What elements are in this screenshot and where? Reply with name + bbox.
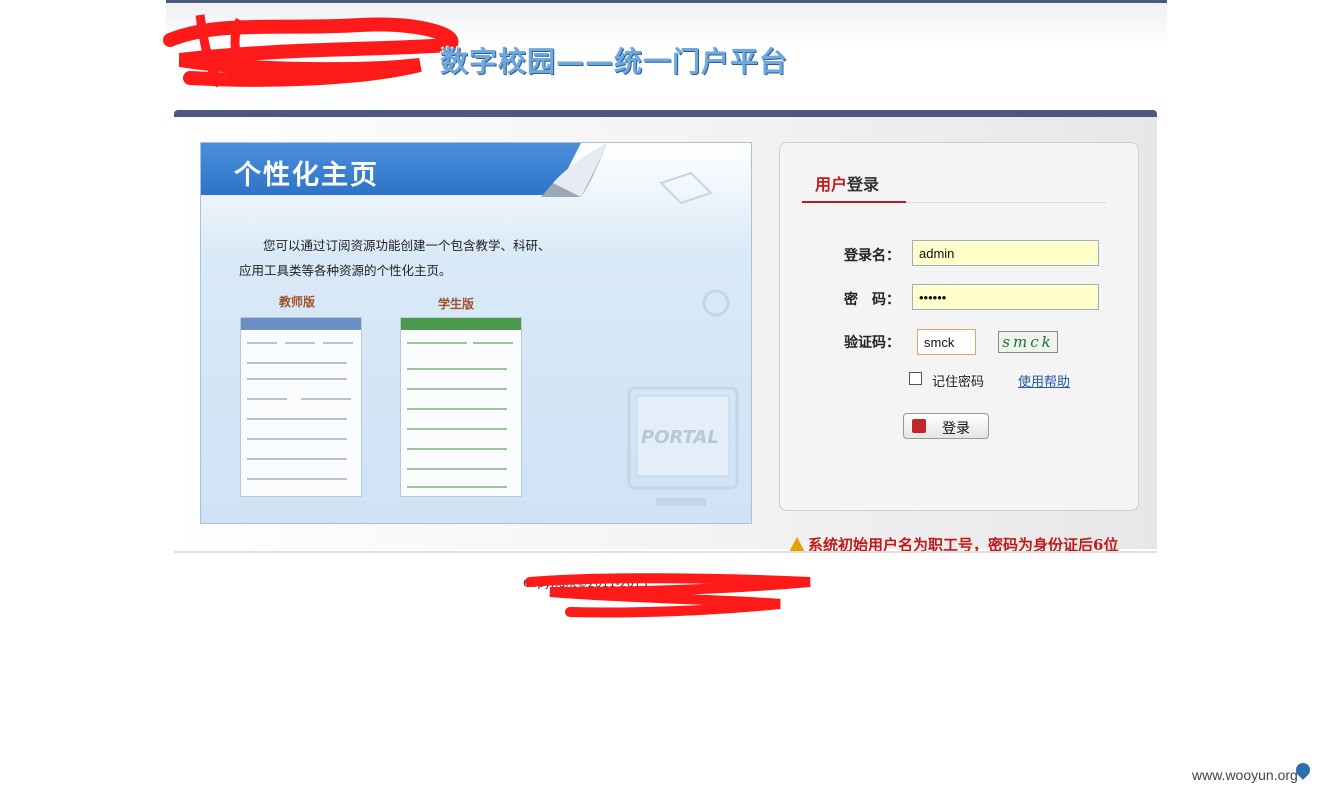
promo-title: 个性化主页: [234, 160, 379, 191]
tab-label-part1: 用户: [815, 175, 848, 194]
login-button[interactable]: 登录: [903, 413, 989, 439]
page-curl-icon: [541, 143, 607, 197]
login-button-label: 登录: [942, 421, 970, 437]
teacher-preview-thumbnail[interactable]: [240, 317, 362, 497]
student-version-label: 学生版: [438, 297, 475, 311]
promo-description: 您可以通过订阅资源功能创建一个包含教学、科研、应用工具类等各种资源的个性化主页。: [239, 238, 551, 278]
main-bar: [174, 110, 1157, 117]
key-icon: [912, 419, 926, 433]
teacher-version-label: 教师版: [279, 295, 316, 309]
password-label: 密 码：: [844, 292, 900, 308]
watermark: www.wooyun.org: [1192, 767, 1298, 783]
password-input[interactable]: [912, 284, 1099, 310]
redaction-scribble-footer: [525, 573, 811, 618]
captcha-input[interactable]: [917, 329, 976, 355]
username-label: 登录名：: [844, 248, 900, 264]
help-link[interactable]: 使用帮助: [1018, 371, 1070, 390]
tab-user-login[interactable]: 用户登录: [815, 171, 879, 195]
redaction-scribble: [163, 14, 459, 88]
portal-text: PORTAL: [641, 427, 719, 448]
login-panel: 用户登录 登录名： 密 码： 验证码： smck 记住密码 使用帮助 登录: [779, 142, 1139, 511]
captcha-image[interactable]: smck: [998, 331, 1058, 353]
warning-icon: [789, 537, 805, 552]
student-preview-thumbnail[interactable]: [400, 317, 522, 497]
portal-monitor-illustration: [627, 171, 739, 506]
footer-divider: [174, 551, 1157, 553]
tab-label-part2: 登录: [847, 175, 880, 194]
remember-password-checkbox[interactable]: [909, 372, 922, 385]
username-input[interactable]: [912, 240, 1099, 266]
captcha-label: 验证码：: [844, 335, 900, 351]
site-title: 数字校园——统一门户平台: [440, 45, 789, 78]
tab-underline: [802, 201, 906, 203]
promo-panel: 个性化主页 您可以通过订阅资源功能创建一个包含教学、科研、应用工具类等各种资源的…: [200, 142, 752, 524]
remember-password-label: 记住密码: [932, 375, 985, 390]
tab-divider: [906, 202, 1106, 203]
